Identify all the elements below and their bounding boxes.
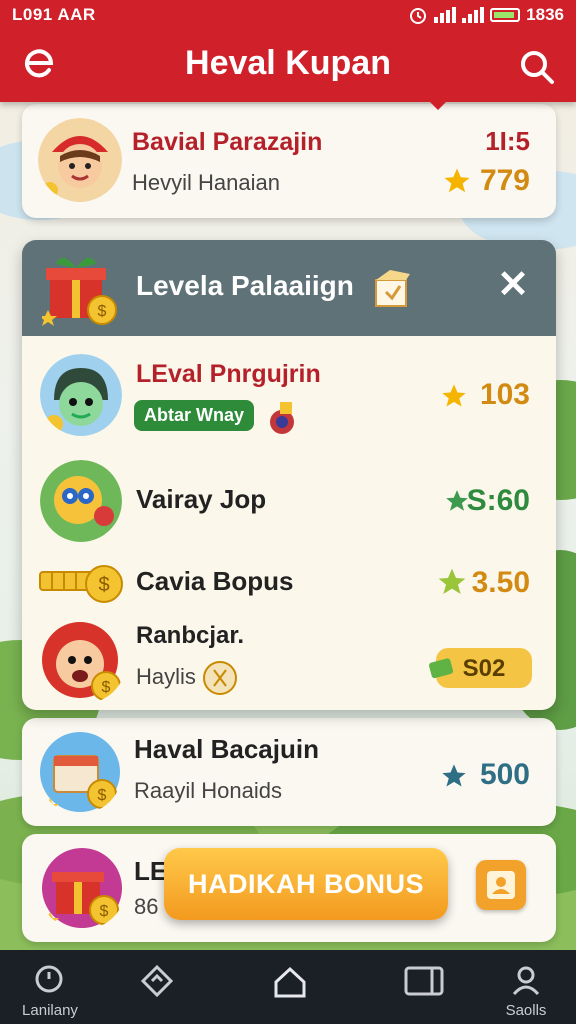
modal-title: Levela Palaaiign [136,270,354,301]
profile-icon [512,966,540,996]
item-subtitle: Raayil Honaids [134,778,282,803]
coin-stack-icon: $ [39,565,123,603]
coin-icon [203,661,237,695]
item-value: 500 [479,758,530,791]
svg-text:$: $ [98,787,107,804]
nav-item-lanilany[interactable]: Lanilany [0,950,100,1024]
item-name: Haval Bacajuin [134,734,319,764]
item-name: LE [134,856,168,886]
close-icon[interactable]: ✕ [496,266,530,304]
nav-item-home[interactable] [238,950,338,1024]
home-icon [274,966,306,998]
diamond-icon [140,964,174,998]
package-icon [375,270,410,307]
nav-item-diamond[interactable] [106,950,206,1024]
user-card-icon [487,871,515,899]
nav-label: Saolls [505,1002,547,1019]
list-item[interactable]: LEval Pnrgujrin Abtar Wnay 103 [22,350,556,446]
nav-item-saolls[interactable]: Saolls [476,950,576,1024]
bottom-nav: Lanilany Saolls [0,950,576,1024]
gift-avatar: $ [41,848,122,928]
row-value: S02 [462,655,506,682]
row-value: S:60 [466,484,530,517]
bonus-cta-button[interactable]: HADIKAH BONUS [164,848,448,920]
row-name: Vairay Jop [136,484,267,514]
item-name: Bavial Parazajin [132,128,323,156]
app-bar-notch [428,100,448,110]
status-time: L091 AAR [12,5,96,24]
lunchbox-avatar: $ [40,732,120,814]
list-item[interactable]: Vairay Jop S:60 [22,458,556,542]
list-item-top[interactable]: Bavial Parazajin Hevyil Hanaian 1I:5 779 [22,104,556,218]
svg-text:$: $ [102,679,111,696]
modal-header: $ Levela Palaaiign ✕ [22,240,556,336]
svg-text:$: $ [98,574,109,596]
item-subtitle: Hevyil Hanaian [132,170,280,195]
battery-icon [490,8,521,22]
row-name: LEval Pnrgujrin [136,360,321,388]
star-icon [442,384,466,407]
gift-box-icon: $ [42,257,117,326]
wifi-signal-icon [462,7,485,23]
row-name: Ranbcjar. [136,622,245,649]
row-value: 3.50 [471,566,530,599]
list-item[interactable]: $ Haval Bacajuin Raayil Honaids 500 [22,718,556,826]
list-item[interactable]: $ Cavia Bopus 3.50 [22,546,556,616]
svg-text:$: $ [98,303,107,320]
nav-label: Lanilany [22,1002,78,1019]
zombie-avatar [40,354,122,436]
price-tag[interactable]: S02 [429,648,532,688]
row-name: Cavia Bopus [136,566,294,596]
monster-avatar: $ [42,622,121,701]
status-clock: 1836 [526,5,564,24]
search-icon[interactable] [518,48,556,86]
nav-item-tablet[interactable] [370,950,470,1024]
star-icon [442,764,466,787]
item-subtitle: 86 [134,894,159,919]
tablet-icon [404,966,444,996]
status-badge: Abtar Wnay [134,400,255,431]
profile-card-button[interactable] [476,860,526,910]
row-value: 103 [479,378,530,411]
chef-avatar [38,118,122,202]
robot-ball-avatar [40,460,122,542]
app-bar: Heval Kupan [0,30,576,110]
row-subtitle: Haylis [136,664,196,689]
bonus-modal: $ Levela Palaaiign ✕ LEval Pnrgujrin Abt… [22,240,556,710]
svg-text:$: $ [100,903,109,920]
star-icon [444,168,470,193]
bug-badge-icon [270,402,294,434]
clock-icon [35,965,63,993]
alarm-icon [410,8,427,24]
page-title: Heval Kupan [185,44,391,82]
item-value: 779 [479,164,530,197]
item-count: 1I:5 [485,126,530,156]
signal-icon [434,7,457,23]
star-icon [438,568,466,594]
list-item[interactable]: $ Ranbcjar. Haylis S02 [22,618,556,708]
status-bar: L091 AAR 1836 [0,0,576,30]
